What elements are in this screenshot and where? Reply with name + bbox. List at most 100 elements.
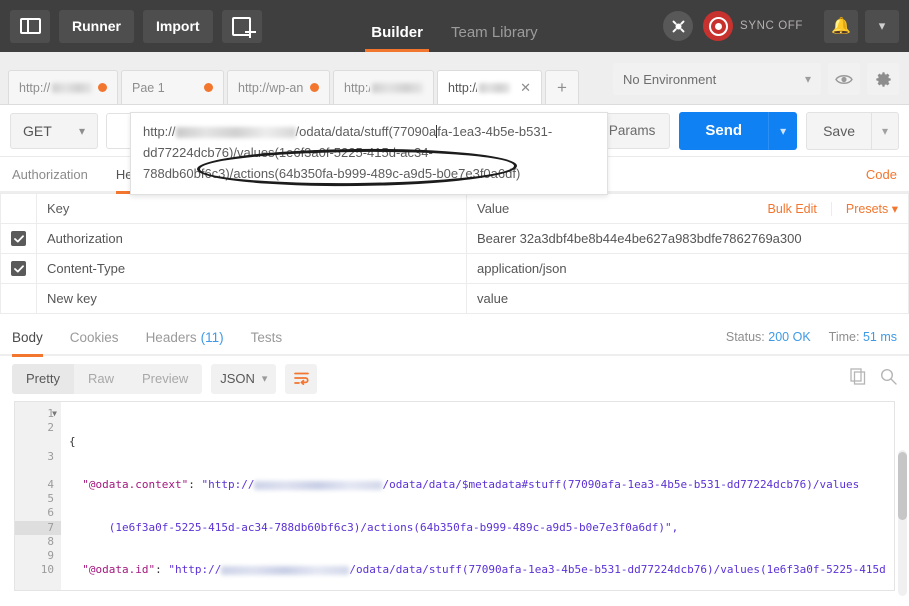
save-options-button[interactable]: ▾ <box>871 111 899 150</box>
header-key[interactable]: Authorization <box>36 223 467 254</box>
environment-quick-look-button[interactable] <box>828 63 860 95</box>
more-menu-button[interactable]: ▾ <box>865 9 899 43</box>
bulk-edit-button[interactable]: Bulk Edit <box>768 201 832 216</box>
import-button[interactable]: Import <box>143 9 213 43</box>
chevron-down-icon: ▾ <box>804 72 811 86</box>
view-mode-raw[interactable]: Raw <box>74 364 128 394</box>
status-group: Status: 200 OK <box>726 330 811 344</box>
table-row-new: New key value <box>0 283 909 314</box>
eye-icon <box>835 74 853 84</box>
environment-select[interactable]: No Environment ▾ <box>613 63 821 95</box>
interceptor-icon[interactable] <box>663 11 694 41</box>
time-label: Time: <box>828 330 860 344</box>
tab-cookies[interactable]: Cookies <box>70 319 119 355</box>
save-button[interactable]: Save <box>806 111 871 150</box>
headers-count: (11) <box>200 329 224 345</box>
redacted-host <box>175 127 296 139</box>
unsaved-indicator <box>98 83 107 92</box>
line-number: 4 <box>47 477 54 491</box>
table-row: Authorization Bearer 32a3dbf4be8b44e4be6… <box>0 223 909 254</box>
url-popup-after-caret: fa-1ea3-4b5e-b531- <box>437 124 553 139</box>
environment-controls: No Environment ▾ <box>613 63 909 104</box>
request-tab-2[interactable]: Pae 1 <box>121 70 224 104</box>
new-value-input[interactable]: value <box>466 283 909 314</box>
new-key-input[interactable]: New key <box>36 283 467 314</box>
tab-authorization[interactable]: Authorization <box>12 156 88 192</box>
header-value[interactable]: Bearer 32a3dbf4be8b44e4be627a983bdfe7862… <box>466 223 909 254</box>
request-tab-3[interactable]: http://wp-an <box>227 70 330 104</box>
close-icon[interactable]: ✕ <box>520 80 531 96</box>
line-number: 2 <box>47 421 54 435</box>
line-number: 9 <box>47 548 54 562</box>
request-tab-label: http:// <box>448 80 477 95</box>
view-mode-pretty[interactable]: Pretty <box>12 363 74 394</box>
response-format-select[interactable]: JSON ▾ <box>211 363 277 394</box>
url-popup-line2: dd77224dcb76)/values(1e6f3a0f-5225-415d-… <box>143 145 433 160</box>
copy-button[interactable] <box>850 367 866 390</box>
tab-response-headers[interactable]: Headers (11) <box>146 319 224 355</box>
new-window-icon <box>232 16 257 38</box>
wrap-lines-icon <box>294 372 309 385</box>
sidebar-toggle-button[interactable] <box>10 9 50 43</box>
request-tab-label: Pae 1 <box>132 80 165 95</box>
url-popup-line3: 788db60bf6c3)/actions(64b350fa-b999-489c… <box>143 166 521 181</box>
notifications-button[interactable]: 🔔 <box>824 9 858 43</box>
response-body-toolbar: Pretty Raw Preview JSON ▾ <box>0 356 909 401</box>
line-number: 6 <box>47 506 54 520</box>
body-toolbar-right <box>836 367 897 390</box>
sync-off-icon <box>703 11 734 41</box>
code-line-3: "@odata.id": "http:///odata/data/stuff(7… <box>82 563 886 577</box>
search-button[interactable] <box>880 368 897 390</box>
line-number <box>15 435 54 449</box>
row-checkbox-cell[interactable] <box>0 253 37 284</box>
response-format-label: JSON <box>220 371 255 386</box>
sync-status-button[interactable]: SYNC OFF <box>703 11 803 41</box>
header-enabled-checkbox[interactable] <box>11 231 26 247</box>
status-label: Status: <box>725 330 765 344</box>
vertical-scrollbar-thumb[interactable] <box>898 452 907 520</box>
headers-table: Key Value Bulk Edit Presets ▾ Authorizat… <box>0 193 909 314</box>
code-link[interactable]: Code <box>866 167 897 182</box>
new-tab-button[interactable] <box>221 9 262 43</box>
top-toolbar: Runner Import Builder Team Library SYNC … <box>0 0 909 52</box>
redacted-text <box>52 82 93 93</box>
header-key[interactable]: Content-Type <box>36 253 467 284</box>
value-header-label: Value <box>477 201 510 216</box>
view-mode-preview[interactable]: Preview <box>128 364 202 394</box>
url-autocomplete-popup[interactable]: http:// /odata/data/stuff(77090afa-1ea3-4… <box>130 112 608 195</box>
value-column-header: Value Bulk Edit Presets ▾ <box>466 193 909 224</box>
headers-table-header: Key Value Bulk Edit Presets ▾ <box>0 193 909 224</box>
wrap-lines-button[interactable] <box>285 363 318 394</box>
fold-arrow-icon[interactable]: ▼ <box>52 407 57 421</box>
http-method-select[interactable]: GET ▾ <box>10 112 98 149</box>
tab-builder[interactable]: Builder <box>357 24 437 52</box>
header-enabled-checkbox[interactable] <box>11 261 26 277</box>
tab-team-library[interactable]: Team Library <box>437 24 552 52</box>
request-tab-1[interactable]: http:// <box>8 70 118 104</box>
time-value: 51 ms <box>862 330 897 344</box>
row-checkbox-cell[interactable] <box>0 223 37 254</box>
line-number: 10 <box>40 563 54 577</box>
send-button-group: Send ▾ <box>679 111 798 150</box>
runner-button[interactable]: Runner <box>59 9 134 43</box>
request-tab-4[interactable]: http:/ <box>333 70 434 104</box>
response-body-viewer[interactable]: ▼ 1 2 3 4 5 6 7 8 9 10 { "@odata.context"… <box>14 401 895 591</box>
line-number: 3 <box>47 449 54 463</box>
tab-body[interactable]: Body <box>12 319 43 357</box>
bell-icon: 🔔 <box>831 18 851 35</box>
request-tab-label: http:/ <box>344 80 370 95</box>
request-tab-5-active[interactable]: http:// ✕ <box>437 70 542 104</box>
code-line-2: "@odata.context": "http:///odata/data/$m… <box>82 478 860 491</box>
presets-button[interactable]: Presets ▾ <box>832 201 898 216</box>
send-options-button[interactable]: ▾ <box>768 111 798 150</box>
settings-button[interactable] <box>867 63 899 95</box>
json-code-content[interactable]: { "@odata.context": "http:///odata/data/… <box>61 402 894 590</box>
key-column-header: Key <box>36 193 467 224</box>
top-right-controls: SYNC OFF 🔔 ▾ <box>663 9 899 43</box>
add-request-tab-button[interactable]: + <box>545 70 579 104</box>
tab-tests[interactable]: Tests <box>251 319 283 355</box>
line-number: 8 <box>47 534 54 548</box>
header-value[interactable]: application/json <box>466 253 909 284</box>
send-button[interactable]: Send <box>679 111 769 150</box>
row-checkbox-cell[interactable] <box>0 283 37 314</box>
